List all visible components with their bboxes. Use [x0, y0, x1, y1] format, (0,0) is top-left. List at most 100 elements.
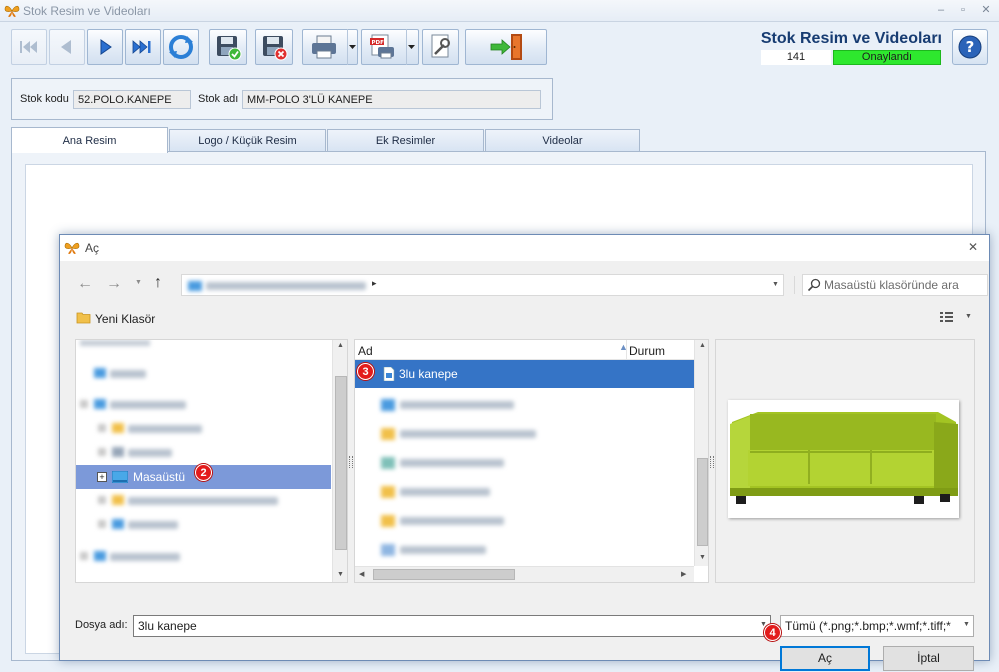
pane-splitter-right[interactable] — [710, 456, 714, 468]
stock-code-field[interactable]: 52.POLO.KANEPE — [73, 90, 191, 109]
search-input[interactable]: Masaüstü klasöründe ara — [802, 274, 988, 296]
last-record-icon — [132, 40, 151, 54]
new-folder-button[interactable]: Yeni Klasör — [95, 312, 155, 326]
open-button[interactable]: Aç — [780, 646, 870, 671]
list-horizontal-scrollbar[interactable]: ◀ ▶ — [355, 566, 694, 582]
save-cancel-icon — [263, 36, 288, 61]
file-row-blurred — [400, 459, 504, 467]
pane-splitter-left[interactable] — [349, 456, 353, 468]
folder-location-icon — [188, 281, 202, 291]
column-divider[interactable] — [626, 340, 627, 360]
list-scroll-thumb[interactable] — [697, 458, 708, 546]
minimize-button[interactable]: – — [931, 2, 951, 18]
scroll-up-icon[interactable]: ▲ — [337, 342, 344, 349]
scroll-left-icon[interactable]: ◀ — [359, 570, 364, 578]
exit-icon — [490, 34, 522, 60]
tools-icon — [431, 34, 450, 58]
list-hscroll-thumb[interactable] — [373, 569, 515, 580]
close-button[interactable]: ✕ — [976, 2, 996, 18]
butterfly-logo-icon — [64, 242, 80, 254]
dialog-close-button[interactable]: ✕ — [968, 240, 978, 254]
tab-ek-resimler[interactable]: Ek Resimler — [327, 129, 484, 151]
file-type-filter[interactable]: Tümü (*.png;*.bmp;*.wmf;*.tiff;* — [780, 615, 974, 637]
save-approve-button[interactable] — [209, 29, 247, 65]
file-row-blurred — [400, 430, 536, 438]
file-row-blurred — [400, 488, 490, 496]
print-dropdown-arrow[interactable] — [347, 29, 357, 65]
previous-record-button[interactable] — [49, 29, 85, 65]
filename-input[interactable]: 3lu kanepe — [133, 615, 771, 637]
save-cancel-button[interactable] — [255, 29, 293, 65]
tree-item-blurred-icon — [94, 551, 106, 561]
svg-text:PDF: PDF — [372, 40, 385, 46]
recent-locations-chevron-icon[interactable]: ▼ — [135, 279, 142, 286]
last-record-button[interactable] — [125, 29, 161, 65]
pdf-export-icon: PDF — [370, 34, 394, 59]
tree-item-blurred — [110, 553, 180, 561]
back-arrow-icon[interactable]: ← — [77, 275, 93, 293]
tree-scrollbar[interactable]: ▲ ▼ — [332, 340, 347, 582]
open-file-dialog: Aç ✕ ← → ▼ ↑ ▸ ▼ Masaüstü klasöründe ara… — [59, 234, 990, 671]
address-separator — [794, 276, 795, 294]
view-options-chevron-icon[interactable]: ▼ — [965, 313, 972, 320]
window-titlebar: Stok Resim ve Videoları – ▫ ✕ — [0, 0, 999, 22]
tree-item-blurred-icon — [112, 447, 124, 457]
maximize-button[interactable]: ▫ — [953, 2, 973, 18]
chevron-down-icon — [408, 45, 415, 49]
tree-item-blurred-icon — [112, 519, 124, 529]
step-marker-2: 2 — [195, 464, 212, 481]
help-icon: ? — [958, 35, 982, 59]
column-header-status[interactable]: Durum — [629, 344, 665, 358]
scroll-down-icon[interactable]: ▼ — [337, 571, 344, 578]
pdf-dropdown-arrow[interactable] — [406, 29, 416, 65]
help-button[interactable]: ? — [952, 29, 988, 65]
scroll-right-icon[interactable]: ▶ — [681, 570, 686, 578]
list-scrollbar[interactable]: ▲ ▼ — [694, 340, 708, 566]
tree-item-blurred-icon — [98, 448, 106, 456]
forward-arrow-icon[interactable]: → — [106, 275, 122, 293]
stock-name-label: Stok adı — [198, 93, 239, 105]
search-icon — [807, 278, 821, 292]
exit-button[interactable] — [465, 29, 547, 65]
view-options-icon[interactable] — [940, 311, 958, 323]
cancel-button[interactable]: İptal — [883, 646, 974, 671]
sofa-image-icon — [730, 412, 958, 504]
expand-icon[interactable]: + — [97, 472, 107, 482]
refresh-button[interactable] — [163, 29, 199, 65]
filter-dropdown-chevron-icon[interactable]: ▼ — [963, 621, 970, 628]
up-arrow-icon[interactable]: ↑ — [154, 274, 162, 292]
file-list[interactable]: Ad ▲ Durum 3lu kanepe ▲ ▼ ◀ ▶ — [354, 339, 709, 583]
address-dropdown-chevron-icon[interactable]: ▼ — [772, 281, 779, 288]
tree-item-blurred-icon — [80, 552, 88, 560]
tree-scroll-thumb[interactable] — [335, 376, 347, 550]
print-button[interactable] — [302, 29, 358, 65]
first-record-icon — [20, 41, 37, 53]
search-placeholder: Masaüstü klasöründe ara — [824, 278, 959, 292]
navigation-tree[interactable]: + Masaüstü ▲ ▼ — [75, 339, 348, 583]
file-list-header: Ad ▲ Durum — [355, 340, 694, 360]
tab-ana-resim[interactable]: Ana Resim — [11, 127, 168, 153]
tree-item-blurred — [110, 401, 186, 409]
tree-item-blurred — [80, 340, 150, 346]
tree-item-label: Masaüstü — [133, 470, 186, 484]
first-record-button[interactable] — [11, 29, 47, 65]
next-record-button[interactable] — [87, 29, 123, 65]
file-name: 3lu kanepe — [399, 367, 458, 381]
svg-text:?: ? — [966, 38, 975, 56]
tree-item-blurred-icon — [112, 495, 124, 505]
tab-logo-kucuk-resim[interactable]: Logo / Küçük Resim — [169, 129, 326, 151]
column-header-name[interactable]: Ad — [358, 344, 373, 358]
tools-button[interactable] — [422, 29, 459, 65]
tab-videolar[interactable]: Videolar — [485, 129, 640, 151]
file-row-selected[interactable]: 3lu kanepe — [355, 360, 694, 388]
tree-item-blurred-icon — [112, 423, 124, 433]
tree-item-blurred-icon — [94, 399, 106, 409]
scroll-up-icon[interactable]: ▲ — [699, 342, 706, 349]
tree-item-blurred-icon — [98, 424, 106, 432]
address-bar[interactable]: ▸ ▼ — [181, 274, 784, 296]
file-row-blurred-icon — [381, 457, 395, 469]
stock-name-field[interactable]: MM-POLO 3'LÜ KANEPE — [242, 90, 541, 109]
pdf-export-button[interactable]: PDF — [361, 29, 419, 65]
scroll-down-icon[interactable]: ▼ — [699, 554, 706, 561]
tree-item-blurred — [128, 521, 178, 529]
